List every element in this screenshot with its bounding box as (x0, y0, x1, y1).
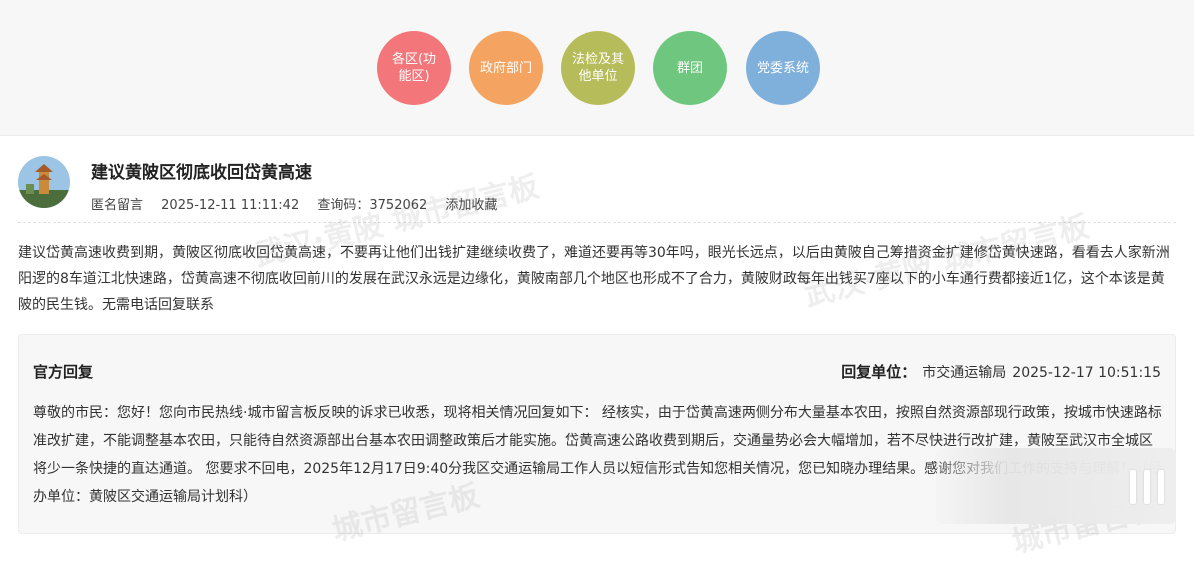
category-nav: 各区(功能区) 政府部门 法检及其他单位 群团 党委系统 (0, 0, 1194, 136)
post-title: 建议黄陂区彻底收回岱黄高速 (91, 163, 312, 183)
divider (18, 222, 1176, 223)
post-meta: 匿名留言 2025-12-11 11:11:42 查询码：3752062 添加收… (91, 194, 511, 213)
reply-unit-label: 回复单位： (841, 363, 917, 381)
category-party-button[interactable]: 党委系统 (746, 31, 820, 105)
category-court-button[interactable]: 法检及其他单位 (561, 31, 635, 105)
post-query-code: 查询码：3752062 (317, 198, 428, 213)
avatar (18, 156, 70, 208)
reply-unit: 市交通运输局 (922, 365, 1007, 381)
category-mass-org-button[interactable]: 群团 (653, 31, 727, 105)
reply-unit-line: 回复单位： 市交通运输局 2025-12-17 10:51:15 (841, 361, 1161, 382)
add-favorite-link[interactable]: 添加收藏 (445, 198, 497, 213)
post-author: 匿名留言 (91, 198, 144, 213)
pause-icon (1130, 470, 1164, 504)
reply-datetime: 2025-12-17 10:51:15 (1012, 365, 1161, 381)
category-district-button[interactable]: 各区(功能区) (377, 31, 451, 105)
category-government-button[interactable]: 政府部门 (469, 31, 543, 105)
reply-heading: 官方回复 (33, 363, 94, 381)
post-datetime: 2025-12-11 11:11:42 (161, 198, 300, 213)
post-content: 建议岱黄高速收费到期，黄陂区彻底收回岱黄高速，不要再让他们出钱扩建继续收费了，难… (18, 245, 1170, 313)
